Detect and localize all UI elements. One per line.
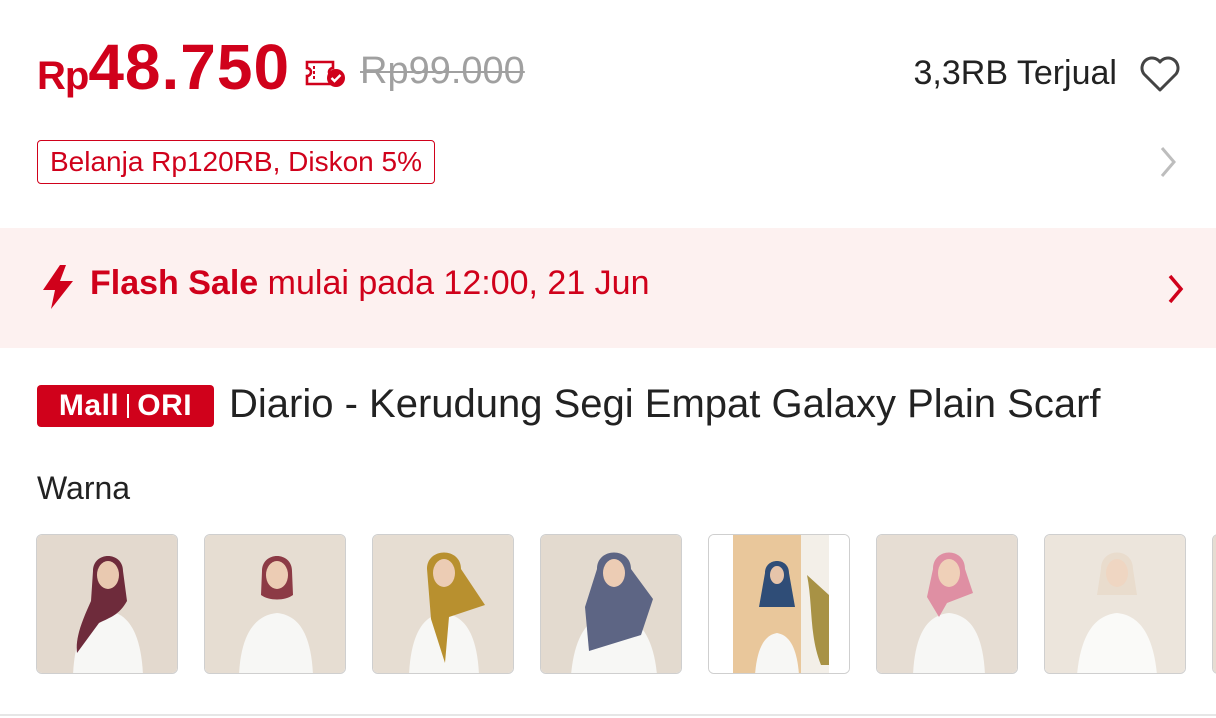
variant-thumbnail[interactable] [372,534,514,674]
lightning-icon [43,265,73,309]
variant-thumbnail[interactable] [876,534,1018,674]
flash-sale-text: Flash Sale mulai pada 12:00, 21 Jun [90,264,650,303]
variant-thumbnail[interactable] [540,534,682,674]
variant-label: Warna [37,470,131,506]
heart-icon[interactable] [1138,54,1182,94]
flash-sale-banner[interactable]: Flash Sale mulai pada 12:00, 21 Jun [0,228,1216,348]
variant-thumbnail[interactable] [36,534,178,674]
sold-count: 3,3RB Terjual [913,54,1118,92]
original-price: Rp99.000 [360,50,525,92]
model-image [877,535,1017,673]
price-row: Rp48.750 Rp99.000 3,3RB Terjual [37,30,1187,110]
variant-thumbnail[interactable] [1044,534,1186,674]
variant-thumbnail[interactable] [708,534,850,674]
model-image [1045,535,1185,673]
badge-divider [127,394,130,418]
variant-thumbnails [36,534,1216,676]
model-image [373,535,513,673]
discount-tag[interactable]: Belanja Rp120RB, Diskon 5% [37,140,435,184]
product-title: Diario - Kerudung Segi Empat Galaxy Plai… [229,382,1101,426]
mall-ori-badge: Mall ORI [37,385,214,427]
price-value: 48.750 [88,31,291,103]
flash-sale-title: Flash Sale [90,264,259,302]
currency-symbol: Rp [37,54,89,98]
chevron-right-icon[interactable] [1166,272,1186,306]
flash-sale-detail: mulai pada 12:00, 21 Jun [267,264,650,302]
model-image [709,535,849,673]
voucher-icon [305,60,345,87]
chevron-right-icon[interactable] [1157,144,1179,180]
ori-label: ORI [137,389,193,422]
model-image [541,535,681,673]
model-image [37,535,177,673]
current-price: Rp48.750 [37,30,290,104]
divider [0,714,1216,716]
promo-row[interactable]: Belanja Rp120RB, Diskon 5% [37,140,1187,188]
product-title-row: Mall ORI Diario - Kerudung Segi Empat Ga… [37,382,1197,432]
variant-thumbnail[interactable] [1212,534,1216,674]
model-image [205,535,345,673]
variant-thumbnail[interactable] [204,534,346,674]
mall-label: Mall [58,389,120,422]
